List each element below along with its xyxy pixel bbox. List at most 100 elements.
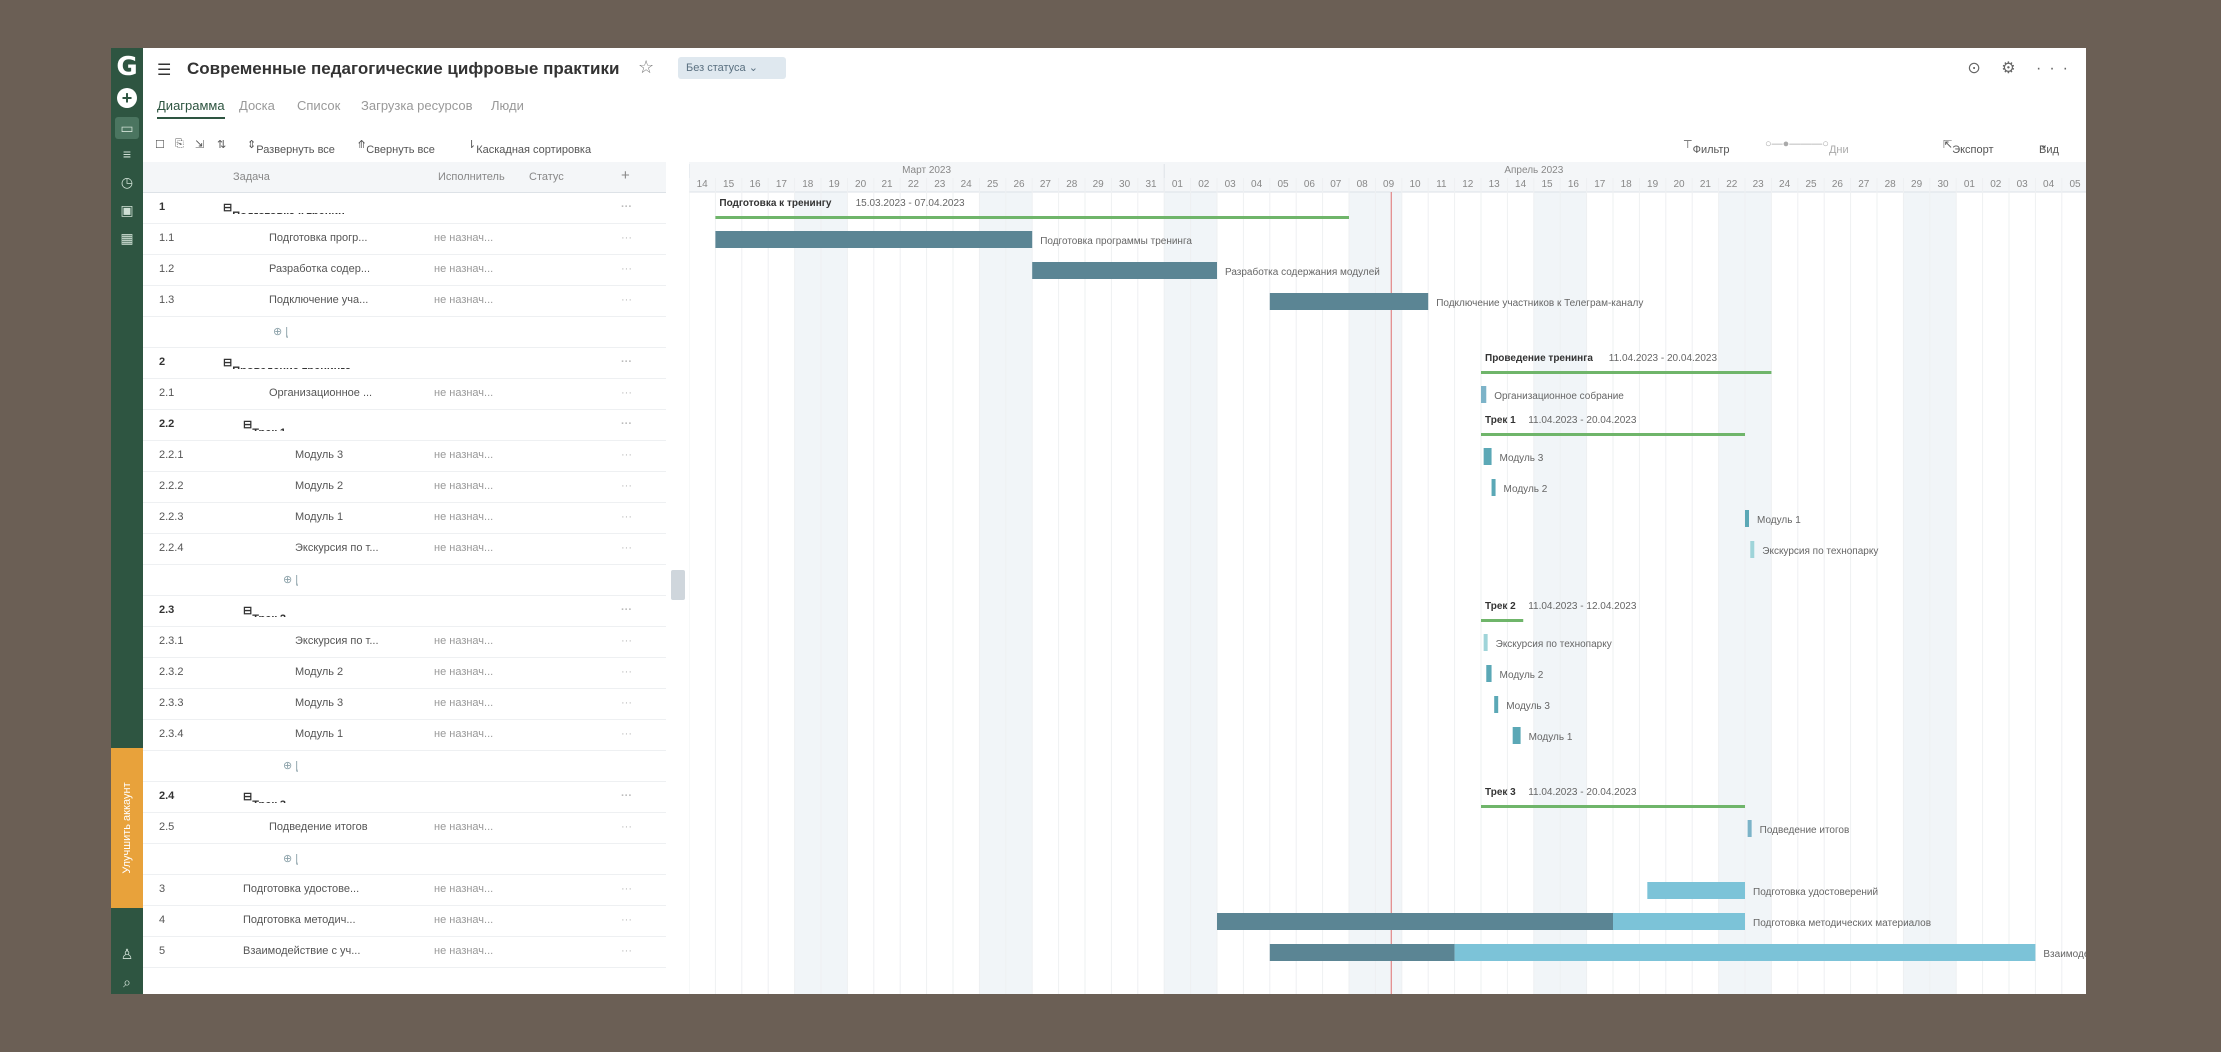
row-more-icon[interactable]: ··· (621, 697, 632, 709)
task-assignee[interactable]: не назнач... (434, 542, 522, 554)
task-row[interactable]: 5Взаимодействие с уч...не назнач...В ра.… (143, 936, 666, 968)
row-more-icon[interactable]: ··· (621, 294, 632, 306)
task-row[interactable]: 2.5Подведение итоговне назнач...Откр...·… (143, 812, 666, 844)
grid-collapse-handle[interactable] (671, 570, 685, 600)
menu-icon[interactable]: ≡ (119, 146, 135, 162)
tab-board[interactable]: Доска (239, 98, 275, 113)
row-more-icon[interactable]: ··· (621, 728, 632, 740)
row-more-icon[interactable]: ··· (621, 883, 632, 895)
row-more-icon[interactable]: ··· (621, 480, 632, 492)
add-task-link[interactable]: ⊕ Добавить задачу | Добавить веху (273, 325, 288, 338)
task-title[interactable]: Подготовка методич... (243, 914, 413, 926)
search-icon[interactable]: ⌕ (119, 974, 135, 990)
row-more-icon[interactable]: ··· (621, 511, 632, 523)
task-row[interactable]: 1.3Подключение уча...не назнач...Выпо...… (143, 285, 666, 317)
group-row[interactable]: 2.3 ⊟ Трек 2 ··· (143, 595, 666, 627)
task-row[interactable]: 2.2.4Экскурсия по т...не назнач...Откр..… (143, 533, 666, 565)
task-assignee[interactable]: не назнач... (434, 914, 522, 926)
col-header-status[interactable]: Статус (529, 171, 564, 183)
task-row[interactable]: 2.3.2Модуль 2не назнач...Откр...··· (143, 657, 666, 689)
tab-resource-load[interactable]: Загрузка ресурсов (361, 98, 473, 113)
task-row[interactable]: 2.3.4Модуль 1не назнач...Откр...··· (143, 719, 666, 751)
task-assignee[interactable]: не назнач... (434, 945, 522, 957)
task-row[interactable]: 2.2.2Модуль 2не назнач...Откр...··· (143, 471, 666, 503)
user-switch-icon[interactable]: ♙ (119, 946, 135, 962)
task-title[interactable]: Взаимодействие с уч... (243, 945, 413, 957)
row-more-icon[interactable]: ··· (621, 387, 632, 399)
favorite-star-icon[interactable]: ☆ (638, 57, 654, 78)
row-more-icon[interactable]: ··· (621, 356, 632, 368)
row-more-icon[interactable]: ··· (621, 790, 632, 802)
tab-people[interactable]: Люди (491, 98, 524, 113)
group-toggle[interactable]: ⊟ Трек 1 (243, 418, 413, 431)
row-more-icon[interactable]: ··· (621, 821, 632, 833)
row-more-icon[interactable]: ··· (621, 201, 632, 213)
add-task-row[interactable]: ⊕ Добавить задачу | Добавить веху (143, 750, 666, 782)
task-assignee[interactable]: не назнач... (434, 666, 522, 678)
task-row[interactable]: 1.1Подготовка прогр...не назнач...Выпо..… (143, 223, 666, 255)
task-title[interactable]: Организационное ... (269, 387, 439, 399)
collapse-all-button[interactable]: ⤊ Свернуть все (357, 138, 435, 156)
task-row[interactable]: 4Подготовка методич...не назнач...В ра..… (143, 905, 666, 937)
task-assignee[interactable]: не назнач... (434, 728, 522, 740)
calendar-icon[interactable]: ▣ (119, 202, 135, 218)
row-more-icon[interactable]: ··· (621, 666, 632, 678)
task-assignee[interactable]: не назнач... (434, 387, 522, 399)
task-row[interactable]: 2.2.3Модуль 1не назнач...Откр...··· (143, 502, 666, 534)
tab-list[interactable]: Список (297, 98, 340, 113)
row-more-icon[interactable]: ··· (621, 604, 632, 616)
filter-button[interactable]: ⊤ Фильтр (1683, 138, 1730, 156)
task-assignee[interactable]: не назнач... (434, 263, 522, 275)
row-more-icon[interactable]: ··· (621, 449, 632, 461)
group-toggle[interactable]: ⊟ Трек 2 (243, 604, 413, 617)
row-more-icon[interactable]: ··· (621, 945, 632, 957)
col-header-task[interactable]: Задача (233, 171, 270, 183)
indent-icon[interactable]: ⇲ (195, 138, 204, 151)
task-assignee[interactable]: не назнач... (434, 821, 522, 833)
add-task-row[interactable]: ⊕ Добавить задачу | Добавить веху (143, 316, 666, 348)
add-column-button[interactable]: + (621, 167, 630, 184)
task-assignee[interactable]: не назнач... (434, 883, 522, 895)
task-row[interactable]: 3Подготовка удостове...не назнач...Откр.… (143, 874, 666, 906)
grid-apps-icon[interactable]: ▦ (119, 230, 135, 246)
select-checkbox-icon[interactable]: ☐ (155, 138, 165, 151)
task-row[interactable]: 2.2.1Модуль 3не назнач...Откр...··· (143, 440, 666, 472)
task-assignee[interactable]: не назнач... (434, 480, 522, 492)
row-more-icon[interactable]: ··· (621, 418, 632, 430)
task-title[interactable]: Подготовка удостове... (243, 883, 413, 895)
group-toggle[interactable]: ⊟ Трек 3 (243, 790, 413, 803)
task-title[interactable]: Подключение уча... (269, 294, 439, 306)
add-task-link[interactable]: ⊕ Добавить задачу | Добавить веху (283, 852, 298, 865)
expand-all-button[interactable]: ⇕ Развернуть все (247, 138, 335, 156)
task-assignee[interactable]: не назнач... (434, 635, 522, 647)
task-row[interactable]: 2.3.1Экскурсия по т...не назнач...Откр..… (143, 626, 666, 658)
task-row[interactable]: 2.3.3Модуль 3не назнач...Откр...··· (143, 688, 666, 720)
add-task-row[interactable]: ⊕ Добавить задачу | Добавить веху (143, 564, 666, 596)
group-row[interactable]: 1 ⊟ Подготовка к тренин... ··· (143, 192, 666, 224)
add-task-icon[interactable]: ⎘ (175, 138, 184, 151)
view-dropdown[interactable]: Вид ⌄ (2039, 138, 2059, 156)
add-task-link[interactable]: ⊕ Добавить задачу | Добавить веху (283, 759, 298, 772)
group-toggle[interactable]: ⊟ Проведение тренинга (223, 356, 393, 369)
add-task-row[interactable]: ⊕ Добавить задачу | Добавить веху (143, 843, 666, 875)
cascade-sort-button[interactable]: ⇂ Каскадная сортировка (467, 138, 591, 156)
group-row[interactable]: 2.4 ⊟ Трек 3 ··· (143, 781, 666, 813)
upgrade-account-button[interactable]: Улучшить аккаунт (111, 748, 143, 908)
task-row[interactable]: 2.1Организационное ...не назнач...Откр..… (143, 378, 666, 410)
task-assignee[interactable]: не назнач... (434, 232, 522, 244)
projects-folder-icon[interactable]: ▭ (115, 117, 139, 139)
row-more-icon[interactable]: ··· (621, 914, 632, 926)
task-assignee[interactable]: не назнач... (434, 449, 522, 461)
col-header-assignee[interactable]: Исполнитель (438, 171, 505, 183)
export-button[interactable]: ⇱ Экспорт (1943, 138, 1994, 156)
project-status-dropdown[interactable]: Без статуса ⌄ (678, 57, 786, 79)
app-logo[interactable]: G (114, 54, 140, 80)
add-task-link[interactable]: ⊕ Добавить задачу | Добавить веху (283, 573, 298, 586)
header-actions-icons[interactable]: ⊙ ⚙ ··· (1967, 58, 2076, 78)
task-assignee[interactable]: не назнач... (434, 697, 522, 709)
task-title[interactable]: Подведение итогов (269, 821, 439, 833)
zoom-slider[interactable]: ○—●———○ Дни (1765, 138, 1849, 156)
task-assignee[interactable]: не назнач... (434, 294, 522, 306)
group-toggle[interactable]: ⊟ Подготовка к тренин... (223, 201, 393, 214)
row-more-icon[interactable]: ··· (621, 263, 632, 275)
